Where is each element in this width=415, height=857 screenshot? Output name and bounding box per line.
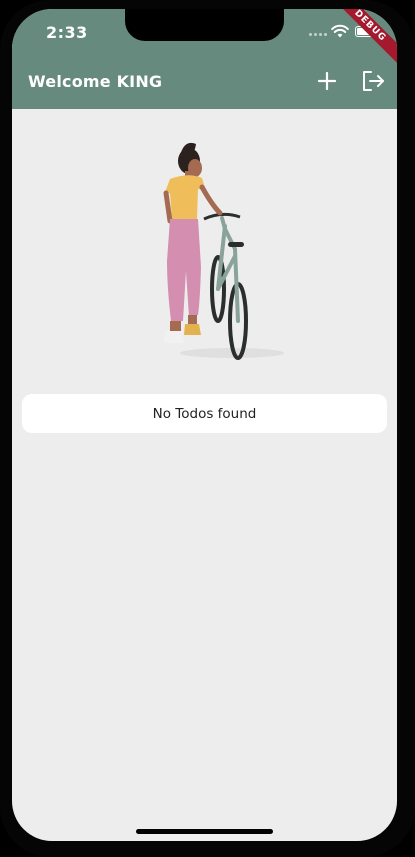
empty-todos-card: No Todos found — [22, 394, 387, 433]
plus-icon — [317, 71, 337, 91]
debug-banner: DEBUG — [326, 9, 397, 70]
app-bar: 2:33 DEBUG Welcome KING — [12, 9, 397, 109]
device-notch — [125, 9, 284, 41]
woman-with-bicycle-illustration — [163, 142, 284, 360]
status-time: 2:33 — [46, 23, 88, 42]
app-screen: 2:33 DEBUG Welcome KING No Todos found — [12, 9, 397, 841]
empty-message: No Todos found — [152, 405, 257, 422]
cellular-signal-icon — [309, 33, 327, 36]
home-indicator[interactable] — [136, 829, 273, 834]
add-todo-button[interactable] — [317, 71, 337, 91]
phone-frame: 2:33 DEBUG Welcome KING No Todos found — [0, 0, 415, 857]
logout-button[interactable] — [361, 70, 385, 92]
page-title: Welcome KING — [28, 72, 163, 91]
wifi-icon — [331, 24, 349, 38]
logout-icon — [363, 71, 384, 91]
